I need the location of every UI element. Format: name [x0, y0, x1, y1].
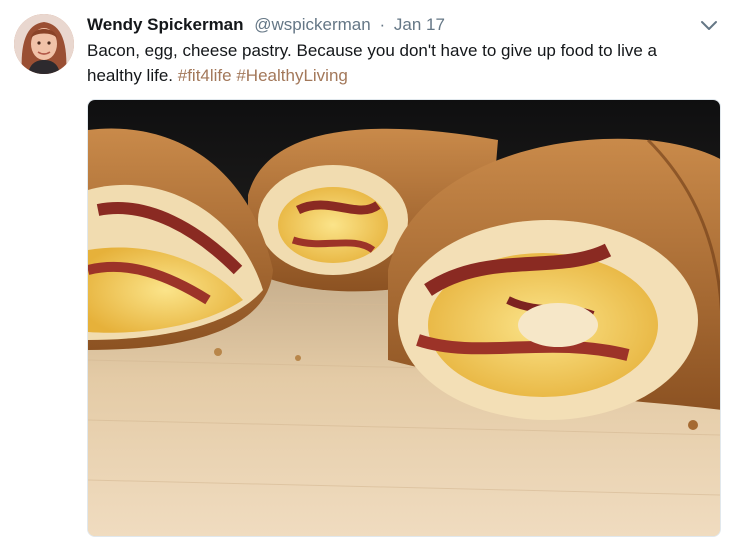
food-photo [88, 100, 720, 536]
tweet-media[interactable] [87, 99, 721, 537]
avatar-photo [14, 14, 74, 74]
separator-dot: · [379, 15, 386, 34]
tweet-body: Bacon, egg, cheese pastry. Because you d… [87, 41, 657, 85]
avatar[interactable] [14, 14, 74, 74]
tweet-card: Wendy Spickerman @wspickerman · Jan 17 B… [0, 0, 737, 547]
hashtag-link[interactable]: #HealthyLiving [236, 66, 348, 85]
tweet-header: Wendy Spickerman @wspickerman · Jan 17 [87, 14, 445, 36]
author-name[interactable]: Wendy Spickerman [87, 15, 244, 34]
tweet-text: Bacon, egg, cheese pastry. Because you d… [87, 38, 707, 88]
hashtag-link[interactable]: #fit4life [178, 66, 232, 85]
tweet-date[interactable]: Jan 17 [394, 15, 445, 34]
author-handle[interactable]: @wspickerman [254, 15, 370, 34]
chevron-down-icon[interactable] [699, 18, 719, 34]
